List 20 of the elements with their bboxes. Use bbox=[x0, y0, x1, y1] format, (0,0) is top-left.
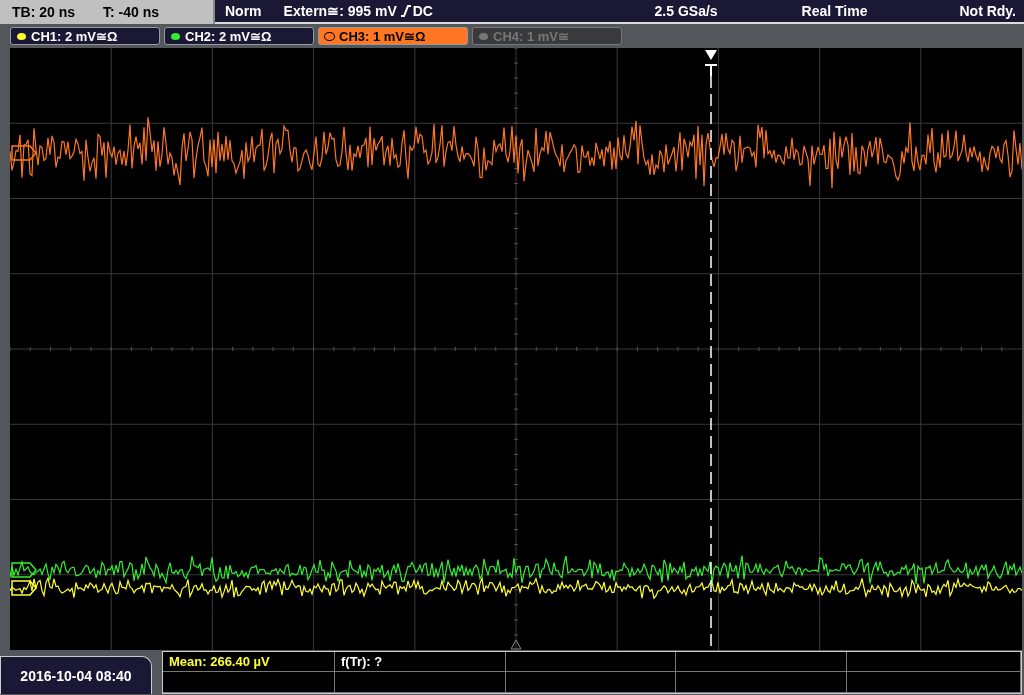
date-time-text: 2016-10-04 08:40 bbox=[0, 656, 152, 694]
measurement-text: f(Tr): ? bbox=[335, 652, 506, 672]
channel-tab[interactable]: CH3: 1 mV≅Ω bbox=[318, 27, 468, 45]
channel-marker-icon bbox=[11, 580, 37, 596]
acquisition-mode-text: Real Time bbox=[801, 3, 868, 19]
rising-edge-icon bbox=[399, 5, 412, 17]
trigger-mode-text: Norm bbox=[225, 3, 262, 19]
channel-tab[interactable]: CH1: 2 mV≅Ω bbox=[10, 27, 160, 45]
trigger-source-text: Extern≅: 995 mV bbox=[283, 3, 397, 19]
trigger-marker-icon bbox=[704, 50, 718, 77]
run-state-text: Not Rdy. bbox=[959, 3, 1016, 19]
channel-tab[interactable]: CH2: 2 mV≅Ω bbox=[164, 27, 314, 45]
sample-rate-text: 2.5 GSa/s bbox=[654, 3, 718, 19]
measurement-text: Mean: 266.40 µV bbox=[163, 652, 335, 672]
channel-marker-icon bbox=[11, 145, 37, 161]
position-marker-icon bbox=[510, 639, 522, 650]
trigger-time-text: T: -40 ns bbox=[103, 4, 160, 20]
timebase-text: TB: 20 ns bbox=[12, 4, 75, 20]
channel-marker-icon bbox=[11, 562, 37, 578]
trigger-coupling-text: DC bbox=[412, 3, 433, 19]
